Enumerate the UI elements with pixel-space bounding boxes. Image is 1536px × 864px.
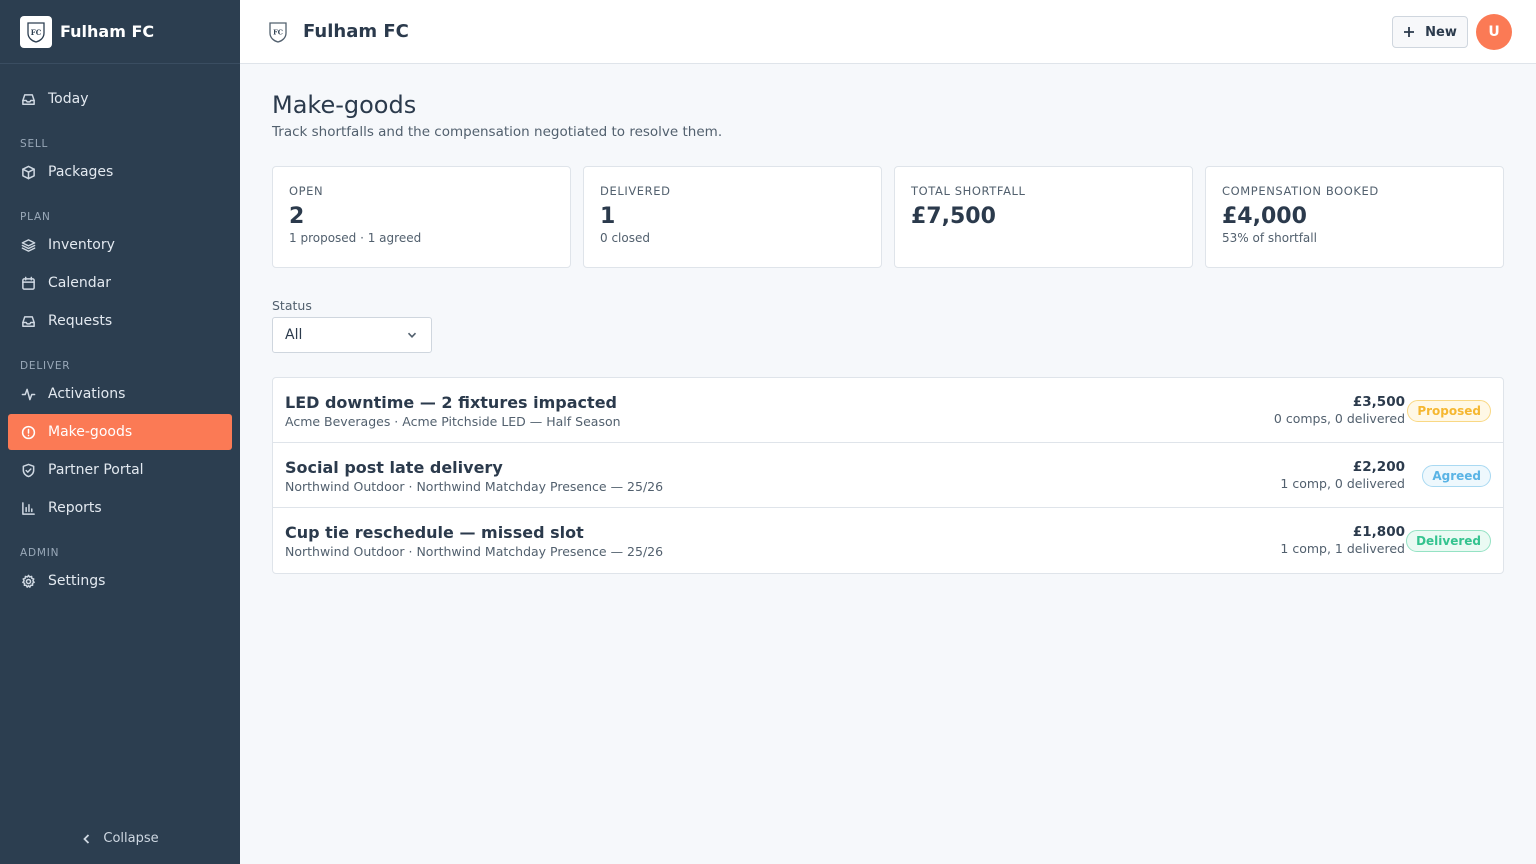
sidebar-item-requests[interactable]: Requests [8,303,232,339]
make-goods-list: LED downtime — 2 fixtures impacted Acme … [272,377,1504,574]
sidebar-item-partner-portal[interactable]: Partner Portal [8,452,232,488]
make-good-title: Social post late delivery [285,458,503,477]
svg-text:FC: FC [273,28,283,36]
stat-value: 2 [289,204,305,229]
page-subtitle: Track shortfalls and the compensation ne… [272,124,723,140]
sidebar-section-admin: ADMIN [20,547,60,559]
sidebar-item-make-goods[interactable]: Make-goods [8,414,232,450]
sidebar-item-label: Settings [48,573,106,589]
status-filter-select[interactable]: All [272,317,432,353]
club-crest-icon: FC [267,21,289,43]
main-content: Make-goods Track shortfalls and the comp… [272,64,1504,574]
shield-check-icon [20,462,36,478]
stat-card-open: OPEN 2 1 proposed · 1 agreed [272,166,571,268]
make-good-subtitle: Northwind Outdoor · Northwind Matchday P… [285,544,664,559]
stat-label: OPEN [289,184,324,198]
sidebar: FC Fulham FC Today SELL Packages PLAN In… [0,0,240,864]
sidebar-item-label: Activations [48,386,126,402]
make-good-summary: £1,800 1 comp, 1 delivered [1280,524,1405,556]
stat-sub: 0 closed [600,231,650,245]
stat-value: 1 [600,204,616,229]
avatar[interactable]: U [1476,14,1512,50]
svg-text:FC: FC [31,28,42,37]
chevron-down-icon [407,332,417,338]
stat-label: COMPENSATION BOOKED [1222,184,1379,198]
stat-card-delivered: DELIVERED 1 0 closed [583,166,882,268]
sidebar-item-inventory[interactable]: Inventory [8,227,232,263]
top-header: FC Fulham FC New U [240,0,1536,64]
make-good-subtitle: Acme Beverages · Acme Pitchside LED — Ha… [285,414,621,429]
sidebar-item-label: Today [48,91,89,107]
layers-icon [20,237,36,253]
stats-row: OPEN 2 1 proposed · 1 agreed DELIVERED 1… [272,166,1504,268]
sidebar-item-activations[interactable]: Activations [8,376,232,412]
make-good-title: Cup tie reschedule — missed slot [285,523,584,542]
sidebar-item-label: Reports [48,500,102,516]
sidebar-item-label: Partner Portal [48,462,144,478]
status-badge: Proposed [1407,400,1491,422]
sidebar-item-label: Calendar [48,275,111,291]
make-good-comps: 1 comp, 0 delivered [1280,476,1405,491]
stat-label: DELIVERED [600,184,671,198]
inbox-icon [20,91,36,107]
sidebar-item-label: Make-goods [48,424,133,440]
make-good-summary: £2,200 1 comp, 0 delivered [1280,459,1405,491]
stat-card-compensation-booked: COMPENSATION BOOKED £4,000 53% of shortf… [1205,166,1504,268]
status-badge: Delivered [1406,530,1491,552]
sidebar-item-calendar[interactable]: Calendar [8,265,232,301]
stat-label: TOTAL SHORTFALL [911,184,1026,198]
make-good-title: LED downtime — 2 fixtures impacted [285,393,617,412]
sidebar-item-label: Inventory [48,237,115,253]
make-good-row[interactable]: Social post late delivery Northwind Outd… [273,443,1503,508]
stat-sub: 53% of shortfall [1222,231,1317,245]
stat-sub: 1 proposed · 1 agreed [289,231,422,245]
make-good-amount: £1,800 [1352,524,1405,540]
calendar-icon [20,275,36,291]
sidebar-item-label: Requests [48,313,113,329]
make-good-row[interactable]: LED downtime — 2 fixtures impacted Acme … [273,378,1503,443]
collapse-button[interactable]: Collapse [0,831,240,846]
sidebar-item-settings[interactable]: Settings [8,563,232,599]
status-filter-label: Status [272,298,312,313]
sidebar-section-plan: PLAN [20,211,51,223]
make-good-summary: £3,500 0 comps, 0 delivered [1274,394,1405,426]
stat-value: £7,500 [911,204,996,229]
stat-card-total-shortfall: TOTAL SHORTFALL £7,500 [894,166,1193,268]
brand[interactable]: FC Fulham FC [0,0,240,64]
make-good-comps: 0 comps, 0 delivered [1273,411,1405,426]
new-button-label: New [1425,24,1457,40]
gear-icon [20,573,36,589]
collapse-label: Collapse [103,831,159,846]
sidebar-section-deliver: DELIVER [20,360,71,372]
sidebar-nav: Today SELL Packages PLAN Inventory Calen… [0,64,240,599]
make-good-amount: £2,200 [1352,459,1405,475]
activity-icon [20,386,36,402]
status-filter-value: All [285,327,303,343]
package-icon [20,164,36,180]
page-title: Make-goods [272,91,417,119]
sidebar-item-reports[interactable]: Reports [8,490,232,526]
bar-chart-icon [20,500,36,516]
new-button[interactable]: New [1392,16,1468,48]
sidebar-item-today[interactable]: Today [8,81,232,117]
sidebar-item-label: Packages [48,164,114,180]
chevron-left-icon [83,833,90,844]
make-good-subtitle: Northwind Outdoor · Northwind Matchday P… [285,479,664,494]
plus-icon [1404,27,1415,37]
make-good-row[interactable]: Cup tie reschedule — missed slot Northwi… [273,508,1503,573]
status-badge: Agreed [1422,465,1491,487]
alert-circle-icon [20,424,36,440]
stat-value: £4,000 [1222,204,1307,229]
make-good-amount: £3,500 [1352,394,1405,410]
sidebar-item-packages[interactable]: Packages [8,154,232,190]
inbox-icon [20,313,36,329]
make-good-comps: 1 comp, 1 delivered [1280,541,1405,556]
club-crest-icon: FC [20,15,52,48]
sidebar-section-sell: SELL [20,138,49,150]
header-title: Fulham FC [303,21,409,42]
brand-name: Fulham FC [60,22,155,41]
